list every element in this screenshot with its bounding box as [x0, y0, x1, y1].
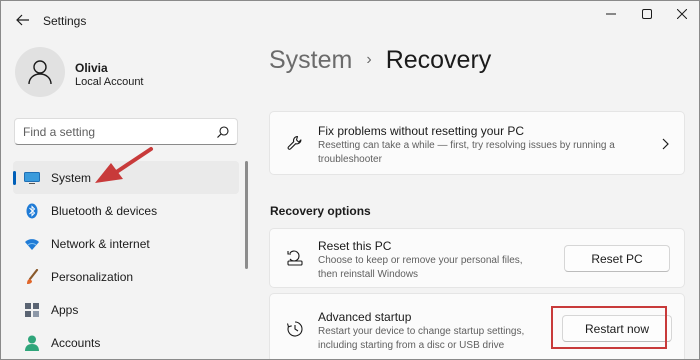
card-description-line-1: Restart your device to change startup se…	[318, 326, 525, 337]
page-title: Recovery	[385, 46, 492, 74]
sidebar-item-label: Accounts	[51, 335, 101, 350]
settings-window: Settings Olivia Local Account Find a set…	[0, 0, 700, 360]
sidebar-item-personalization[interactable]: Personalization	[13, 260, 239, 293]
sidebar-item-apps[interactable]: Apps	[13, 293, 239, 326]
card-title: Reset this PC	[318, 239, 392, 253]
close-button[interactable]	[667, 5, 697, 23]
close-icon	[677, 9, 687, 19]
card-description-line-2: troubleshooter	[318, 154, 382, 165]
card-description-line-2: including starting from a disc or USB dr…	[318, 340, 505, 351]
active-indicator	[13, 171, 16, 185]
sidebar-item-label: Apps	[51, 302, 79, 317]
maximize-icon	[642, 9, 652, 19]
sidebar-item-network[interactable]: Network & internet	[13, 227, 239, 260]
chevron-right-icon	[662, 138, 669, 150]
sidebar-scrollbar[interactable]	[245, 161, 248, 269]
sidebar-item-accounts[interactable]: Accounts	[13, 326, 239, 359]
apps-icon	[24, 302, 40, 318]
account-type: Local Account	[75, 76, 144, 88]
minimize-button[interactable]	[596, 5, 626, 23]
user-name: Olivia	[75, 61, 108, 75]
back-arrow-icon	[16, 14, 29, 26]
card-description-line-1: Choose to keep or remove your personal f…	[318, 255, 523, 266]
sidebar-item-bluetooth[interactable]: Bluetooth & devices	[13, 194, 239, 227]
breadcrumb: System › Recovery	[269, 46, 491, 75]
sidebar-item-label: System	[51, 170, 92, 185]
card-description-line-2: then reinstall Windows	[318, 269, 419, 280]
section-heading: Recovery options	[270, 204, 371, 218]
advanced-startup-icon	[286, 320, 304, 338]
sidebar-item-label: Personalization	[51, 269, 134, 284]
person-avatar-icon	[28, 60, 52, 85]
sidebar-item-label: Bluetooth & devices	[51, 203, 158, 218]
wrench-icon	[286, 134, 304, 152]
minimize-icon	[606, 13, 616, 15]
reset-pc-card: Reset this PC Choose to keep or remove y…	[269, 228, 685, 288]
annotation-arrow	[95, 147, 153, 183]
maximize-button[interactable]	[632, 5, 662, 23]
reset-pc-icon	[286, 249, 304, 267]
card-title: Advanced startup	[318, 310, 412, 324]
card-title: Fix problems without resetting your PC	[318, 124, 525, 138]
search-input[interactable]	[23, 124, 203, 140]
back-button[interactable]	[13, 10, 33, 30]
avatar[interactable]	[15, 47, 65, 97]
app-title: Settings	[43, 14, 87, 28]
title-bar: Settings	[1, 1, 699, 39]
sidebar-item-label: Network & internet	[51, 236, 150, 251]
fix-problems-card[interactable]: Fix problems without resetting your PC R…	[269, 111, 685, 175]
brush-icon	[24, 269, 40, 285]
card-description-line-1: Resetting can take a while — first, try …	[318, 140, 615, 151]
person-icon	[24, 335, 40, 351]
search-icon[interactable]	[216, 125, 230, 139]
bluetooth-icon	[24, 203, 40, 219]
breadcrumb-parent[interactable]: System	[269, 46, 352, 75]
reset-pc-button[interactable]: Reset PC	[564, 245, 670, 272]
breadcrumb-separator: ›	[366, 50, 372, 68]
monitor-icon	[24, 170, 40, 186]
wifi-icon	[24, 236, 40, 252]
annotation-highlight-box	[551, 306, 667, 349]
